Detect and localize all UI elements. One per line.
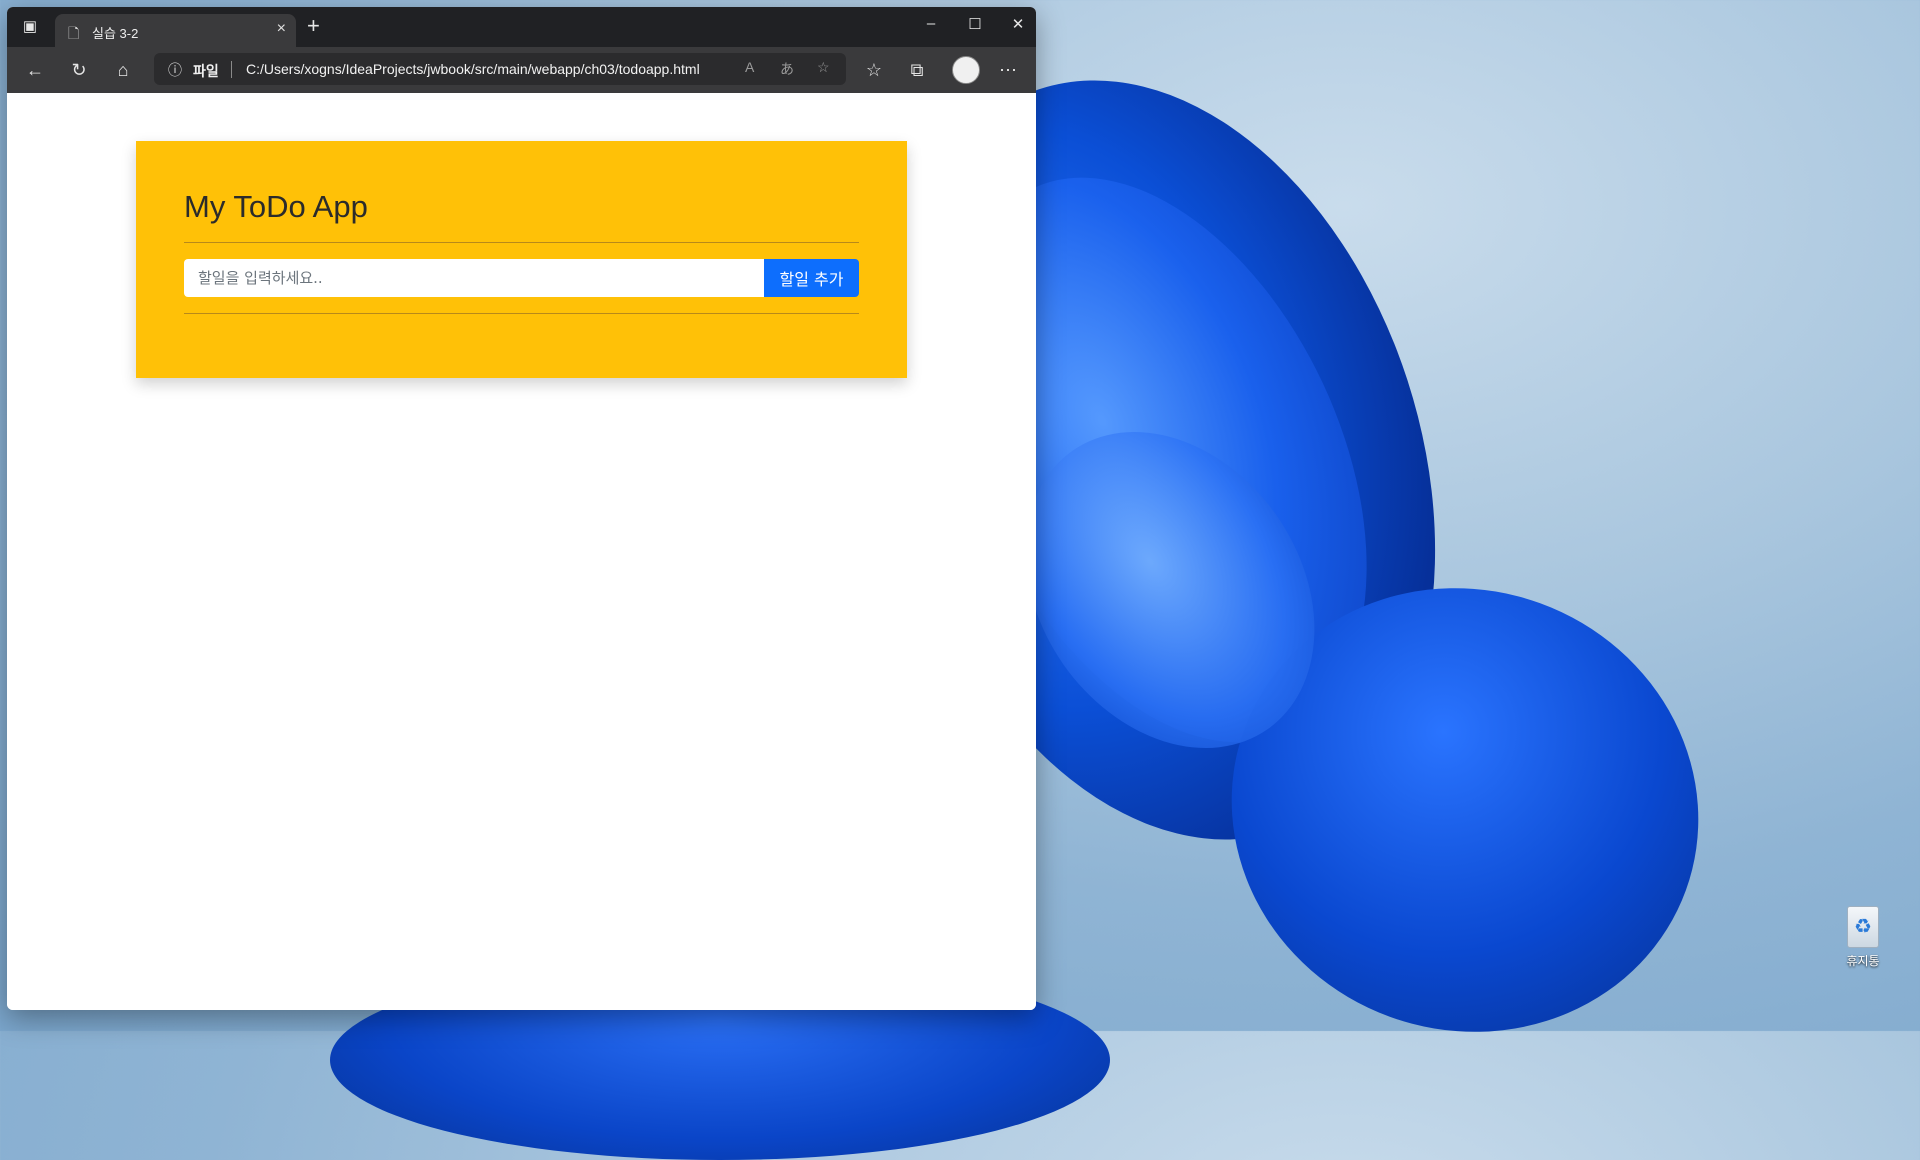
tab-actions-icon[interactable]: ▣ — [21, 19, 39, 35]
maximize-icon[interactable]: ☐ — [960, 15, 990, 33]
favorites-icon[interactable]: ☆ — [863, 59, 885, 81]
new-tab-icon[interactable]: + — [307, 13, 320, 39]
close-window-icon[interactable]: ✕ — [1003, 15, 1033, 33]
address-url[interactable]: C:/Users/xogns/IdeaProjects/jwbook/src/m… — [246, 61, 700, 77]
browser-tab[interactable]: 🗋 실습 3-2 × — [55, 14, 296, 47]
address-scheme-label: 파일 — [193, 63, 219, 79]
todo-card: My ToDo App 할일 추가 — [136, 141, 907, 378]
page-icon: 🗋 — [68, 25, 80, 41]
collections-icon[interactable]: ⧉ — [906, 59, 928, 81]
read-aloud-icon[interactable]: A — [745, 59, 754, 75]
recycle-bin[interactable]: ♻ 휴지통 — [1838, 906, 1888, 969]
divider — [184, 313, 859, 314]
add-favorite-icon[interactable]: ☆ — [817, 59, 830, 76]
page-title: My ToDo App — [184, 189, 368, 224]
tab-title: 실습 3-2 — [92, 26, 139, 41]
add-todo-button[interactable]: 할일 추가 — [764, 259, 859, 297]
navigation-toolbar: ← ↻ ⌂ ⓘ 파일 C:/Users/xogns/IdeaProjects/j… — [7, 47, 1036, 93]
page-content: My ToDo App 할일 추가 — [7, 93, 1036, 1010]
address-divider — [231, 61, 232, 78]
minimize-icon[interactable]: – — [916, 15, 946, 32]
todo-input[interactable] — [184, 259, 764, 297]
info-icon[interactable]: ⓘ — [168, 60, 182, 80]
recycle-bin-label: 휴지통 — [1846, 954, 1880, 968]
close-tab-icon[interactable]: × — [277, 20, 286, 38]
divider — [184, 242, 859, 243]
home-icon[interactable]: ⌂ — [112, 59, 134, 81]
refresh-icon[interactable]: ↻ — [68, 59, 90, 81]
translate-icon[interactable]: あ — [780, 59, 794, 79]
back-icon[interactable]: ← — [24, 59, 46, 81]
profile-avatar[interactable] — [952, 56, 980, 84]
more-menu-icon[interactable]: ⋯ — [997, 59, 1019, 81]
address-bar[interactable]: ⓘ 파일 C:/Users/xogns/IdeaProjects/jwbook/… — [154, 53, 846, 85]
title-bar: ▣ 🗋 실습 3-2 × + – ☐ ✕ — [7, 7, 1036, 47]
recycle-bin-icon: ♻ — [1847, 906, 1879, 948]
browser-window: ▣ 🗋 실습 3-2 × + – ☐ ✕ ← ↻ ⌂ ⓘ 파일 C:/Users… — [7, 7, 1036, 1010]
